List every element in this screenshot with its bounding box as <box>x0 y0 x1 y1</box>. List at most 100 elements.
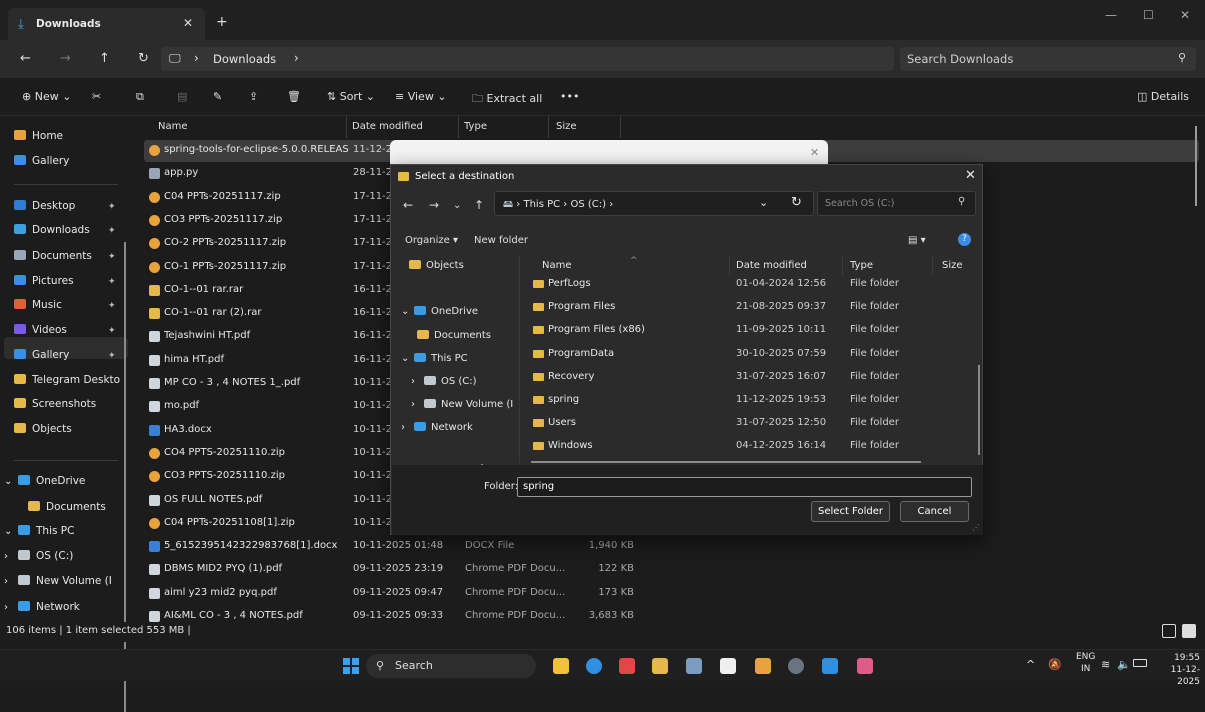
taskbar-app-icon[interactable] <box>720 658 736 674</box>
new-button[interactable]: ⊕ New ⌄ <box>22 90 71 103</box>
delete-icon[interactable]: 🗑 <box>287 90 301 103</box>
dialog-folder-row[interactable]: spring 11-12-2025 19:53 File folder <box>530 390 970 413</box>
chevron-icon[interactable]: › <box>411 376 424 387</box>
close-button[interactable]: ✕ <box>1180 8 1190 22</box>
taskbar-app-icon[interactable] <box>686 658 702 674</box>
column-divider[interactable] <box>729 256 730 276</box>
chevron-down-icon[interactable]: ⌄ <box>759 196 768 209</box>
column-divider[interactable] <box>620 116 621 138</box>
chevron-icon[interactable]: › <box>4 602 18 613</box>
help-icon[interactable]: ? <box>958 233 971 246</box>
dialog-search-input[interactable]: Search OS (C:) ⚲ <box>817 191 976 216</box>
refresh-icon[interactable]: ↻ <box>138 51 149 66</box>
share-icon[interactable]: ⇪ <box>249 90 258 103</box>
sidebar-item-objects[interactable]: Objects <box>14 423 130 443</box>
sidebar-item-gallery[interactable]: Gallery <box>14 155 130 175</box>
up-icon[interactable]: ↑ <box>474 198 484 212</box>
column-header-size[interactable]: Size <box>942 260 963 271</box>
sidebar-tree-documents[interactable]: Documents <box>14 501 130 521</box>
taskbar-app-icon[interactable] <box>755 658 771 674</box>
sidebar-item-screenshots[interactable]: Screenshots <box>14 398 130 418</box>
column-divider[interactable] <box>932 256 933 276</box>
more-options-button[interactable]: ••• <box>560 90 579 103</box>
taskbar-app-icon[interactable] <box>586 658 602 674</box>
file-row[interactable]: aiml y23 mid2 pyq.pdf 09-11-2025 09:47 Chr… <box>144 583 1199 605</box>
column-header-type[interactable]: Type <box>850 260 873 271</box>
tab-close-icon[interactable]: ✕ <box>183 16 193 30</box>
close-icon[interactable]: ✕ <box>810 146 819 159</box>
taskbar-app-icon[interactable] <box>857 658 873 674</box>
dialog-tree-network[interactable]: › Network <box>401 422 473 444</box>
chevron-icon[interactable]: › <box>4 576 18 587</box>
sidebar-tree-this-pc[interactable]: ⌄ This PC <box>4 525 120 545</box>
dialog-folder-row[interactable]: Recovery 31-07-2025 16:07 File folder <box>530 367 970 390</box>
chevron-icon[interactable]: ⌄ <box>4 476 18 487</box>
taskbar-search[interactable]: ⚲ Search <box>366 654 536 678</box>
tiles-view-icon[interactable] <box>1182 624 1196 638</box>
dialog-folder-row[interactable]: Users 31-07-2025 12:50 File folder <box>530 413 970 436</box>
sidebar-item-telegram-deskto[interactable]: Telegram Deskto <box>14 374 130 394</box>
start-icon[interactable] <box>343 658 359 674</box>
column-divider[interactable] <box>548 116 549 138</box>
new-folder-button[interactable]: New folder <box>474 235 528 246</box>
taskbar-app-icon[interactable] <box>788 658 804 674</box>
sort-button[interactable]: ⇅ Sort ⌄ <box>327 90 375 103</box>
dialog-folder-row[interactable]: PerfLogs 01-04-2024 12:56 File folder <box>530 274 970 297</box>
taskbar-app-icon[interactable] <box>553 658 569 674</box>
sidebar-tree-network[interactable]: › Network <box>4 601 120 621</box>
dialog-folder-row[interactable]: Program Files 21-08-2025 09:37 File folder <box>530 297 970 320</box>
file-row[interactable]: 5_6152395142322983768[1].docx 10-11-2025 … <box>144 536 1199 558</box>
notifications-off-icon[interactable]: 🔕 <box>1048 658 1062 671</box>
dialog-folder-row[interactable]: Windows 04-12-2025 16:14 File folder <box>530 436 970 459</box>
sidebar-tree-os-c-[interactable]: › OS (C:) <box>4 550 120 570</box>
details-button[interactable]: ◫ Details <box>1137 90 1189 103</box>
chevron-right-icon[interactable]: › <box>194 51 199 65</box>
address-bar[interactable]: 🖵 › Downloads › <box>161 47 894 71</box>
tab-downloads[interactable]: ⤓ Downloads ✕ <box>8 8 205 40</box>
view-button[interactable]: ≡ View ⌄ <box>395 90 447 103</box>
dialog-tree-onedrive[interactable]: ⌄ OneDrive <box>401 306 478 328</box>
refresh-icon[interactable]: ↻ <box>791 195 802 210</box>
extract-all-button[interactable]: 🗀 Extract all <box>472 90 542 109</box>
column-header-type[interactable]: Type <box>464 121 487 132</box>
sidebar-item-home[interactable]: Home <box>14 130 130 150</box>
file-list-scrollbar[interactable] <box>1195 126 1197 206</box>
file-row[interactable]: DBMS MID2 PYQ (1).pdf 09-11-2025 23:19 Chr… <box>144 559 1199 581</box>
up-icon[interactable]: ↑ <box>99 51 110 66</box>
chevron-icon[interactable]: ⌄ <box>401 306 414 317</box>
back-icon[interactable]: ← <box>403 198 413 212</box>
column-header-date[interactable]: Date modified <box>352 121 423 132</box>
column-header-name[interactable]: Name <box>158 121 188 132</box>
chevron-icon[interactable]: ⌄ <box>401 353 414 364</box>
dialog-horizontal-scrollbar[interactable] <box>531 461 921 463</box>
chevron-icon[interactable]: › <box>411 399 424 410</box>
chevron-up-icon[interactable]: ^ <box>1026 658 1035 671</box>
column-header-size[interactable]: Size <box>556 121 577 132</box>
select-folder-button[interactable]: Select Folder <box>811 501 890 522</box>
back-icon[interactable]: ← <box>20 51 31 66</box>
taskbar-app-icon[interactable] <box>822 658 838 674</box>
taskbar-app-icon[interactable] <box>619 658 635 674</box>
chevron-right-icon[interactable]: › <box>294 51 299 65</box>
resize-grip-icon[interactable]: ⋰ <box>972 523 980 532</box>
taskbar-app-icon[interactable] <box>652 658 668 674</box>
minimize-button[interactable]: — <box>1105 8 1117 22</box>
breadcrumb-downloads[interactable]: Downloads <box>213 52 276 66</box>
organize-button[interactable]: Organize ▾ <box>405 235 458 246</box>
dialog-folder-row[interactable]: ProgramData 30-10-2025 07:59 File folder <box>530 344 970 367</box>
view-options-icon[interactable]: ▤ ▾ <box>908 235 926 246</box>
details-view-icon[interactable] <box>1162 624 1176 638</box>
new-tab-button[interactable]: + <box>216 14 228 30</box>
sidebar-tree-onedrive[interactable]: ⌄ OneDrive <box>4 475 120 495</box>
cancel-button[interactable]: Cancel <box>900 501 969 522</box>
chevron-icon[interactable]: › <box>4 551 18 562</box>
sidebar-tree-new-volume-i[interactable]: › New Volume (I <box>4 575 120 595</box>
wifi-icon[interactable]: ≋ <box>1101 658 1110 671</box>
dialog-tree-objects[interactable]: Objects <box>409 260 464 282</box>
forward-icon[interactable]: → <box>60 51 71 66</box>
column-divider[interactable] <box>842 256 843 276</box>
cut-icon[interactable]: ✂ <box>92 90 101 103</box>
maximize-button[interactable]: ☐ <box>1143 8 1154 22</box>
language-indicator[interactable]: ENG IN <box>1076 651 1095 675</box>
folder-field[interactable]: spring <box>517 477 972 497</box>
